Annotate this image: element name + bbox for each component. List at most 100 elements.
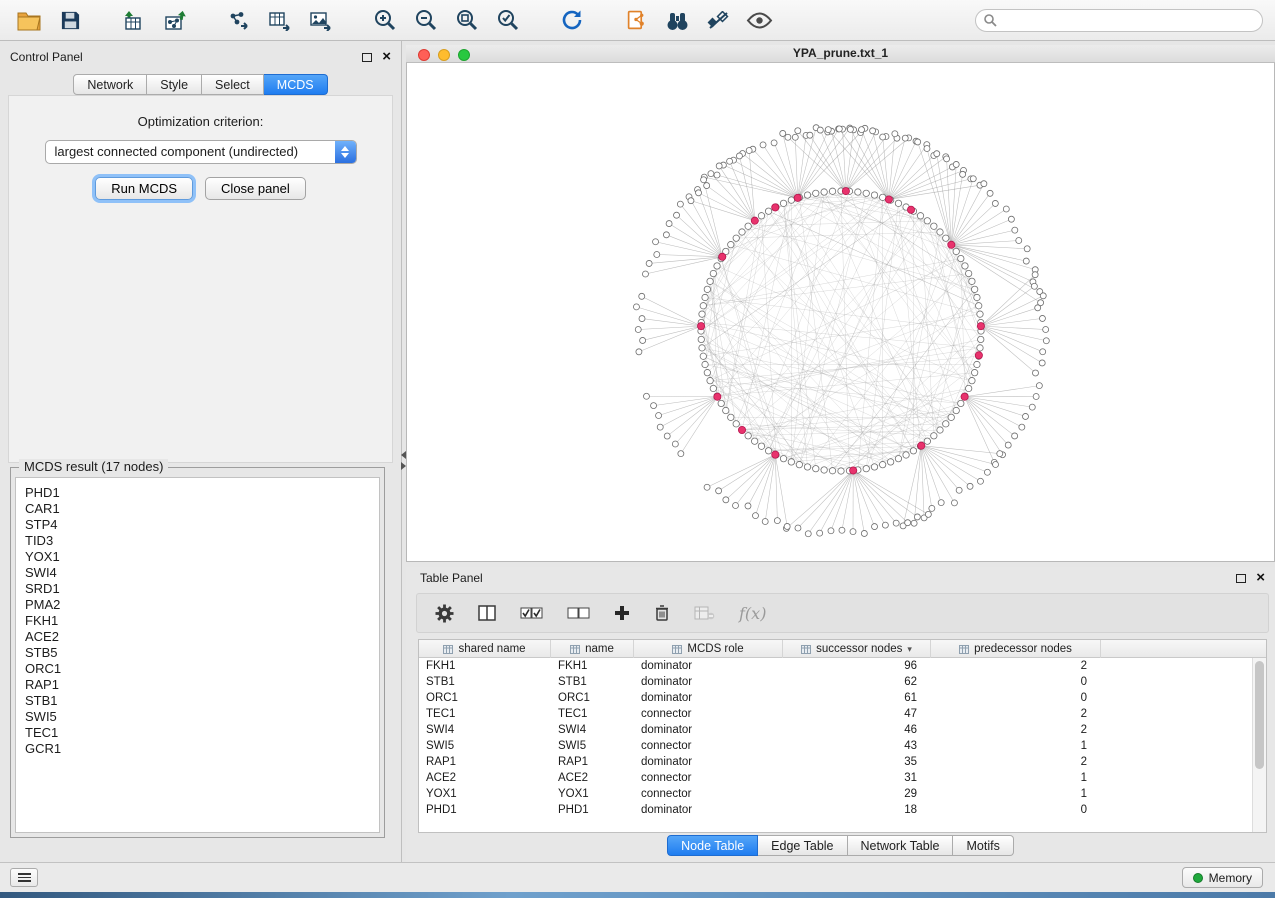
select-all-columns-button[interactable] bbox=[520, 606, 543, 620]
mcds-result-item[interactable]: SWI5 bbox=[25, 709, 370, 725]
import-table-button[interactable] bbox=[117, 4, 151, 36]
export-image-button[interactable] bbox=[304, 4, 338, 36]
show-columns-button[interactable] bbox=[478, 605, 496, 621]
mcds-result-item[interactable]: STB5 bbox=[25, 645, 370, 661]
table-toolbar: f(x) bbox=[416, 593, 1269, 633]
tab-node-table[interactable]: Node Table bbox=[667, 835, 758, 856]
binoculars-icon bbox=[665, 10, 690, 31]
table-row[interactable]: RAP1 RAP1 dominator 35 2 bbox=[419, 754, 1266, 770]
mcds-result-item[interactable]: TEC1 bbox=[25, 725, 370, 741]
mcds-result-item[interactable]: CAR1 bbox=[25, 501, 370, 517]
tab-motifs[interactable]: Motifs bbox=[953, 835, 1013, 856]
search-input[interactable] bbox=[975, 9, 1263, 32]
column-header-mcds-role[interactable]: MCDS role bbox=[634, 640, 783, 658]
table-row[interactable]: PHD1 PHD1 dominator 18 0 bbox=[419, 802, 1266, 818]
mcds-result-item[interactable]: FKH1 bbox=[25, 613, 370, 629]
scrollbar-thumb[interactable] bbox=[1255, 661, 1264, 769]
zoom-fit-icon bbox=[455, 8, 479, 32]
window-zoom-icon[interactable] bbox=[458, 49, 470, 61]
zoom-fit-button[interactable] bbox=[450, 4, 484, 36]
save-session-button[interactable] bbox=[53, 4, 87, 36]
apply-layout-button[interactable] bbox=[555, 4, 589, 36]
table-row[interactable]: YOX1 YOX1 connector 29 1 bbox=[419, 786, 1266, 802]
mcds-result-list[interactable]: PHD1CAR1STP4TID3YOX1SWI4SRD1PMA2FKH1ACE2… bbox=[15, 477, 380, 833]
column-header-predecessor-nodes[interactable]: predecessor nodes bbox=[931, 640, 1101, 658]
menu-icon bbox=[18, 873, 31, 875]
function-builder-button-disabled: f(x) bbox=[739, 604, 766, 623]
create-column-button[interactable] bbox=[614, 605, 630, 621]
close-panel-button[interactable]: Close panel bbox=[205, 177, 306, 200]
table-row[interactable]: TEC1 TEC1 connector 47 2 bbox=[419, 706, 1266, 722]
mcds-result-item[interactable]: ACE2 bbox=[25, 629, 370, 645]
tab-select[interactable]: Select bbox=[202, 74, 264, 95]
panel-menu-button[interactable] bbox=[10, 868, 38, 887]
show-hide-panel-button[interactable] bbox=[742, 4, 776, 36]
mcds-result-item[interactable]: GCR1 bbox=[25, 741, 370, 757]
zoom-out-button[interactable] bbox=[409, 4, 443, 36]
table-row[interactable]: FKH1 FKH1 dominator 96 2 bbox=[419, 658, 1266, 674]
mcds-result-item[interactable]: YOX1 bbox=[25, 549, 370, 565]
column-header-successor-nodes[interactable]: successor nodes▾ bbox=[783, 640, 931, 658]
zoom-selected-button[interactable] bbox=[491, 4, 525, 36]
select-arrows-icon bbox=[335, 141, 356, 163]
mcds-result-item[interactable]: PHD1 bbox=[25, 485, 370, 501]
mcds-result-item[interactable]: SWI4 bbox=[25, 565, 370, 581]
window-close-icon[interactable] bbox=[418, 49, 430, 61]
table-row[interactable]: ORC1 ORC1 dominator 61 0 bbox=[419, 690, 1266, 706]
table-settings-button[interactable] bbox=[435, 604, 454, 623]
zoom-out-icon bbox=[414, 8, 438, 32]
table-row[interactable]: ACE2 ACE2 connector 31 1 bbox=[419, 770, 1266, 786]
open-session-button[interactable] bbox=[12, 4, 46, 36]
close-table-panel-icon[interactable]: × bbox=[1256, 573, 1265, 583]
table-row[interactable]: SWI4 SWI4 dominator 46 2 bbox=[419, 722, 1266, 738]
tab-edge-table[interactable]: Edge Table bbox=[758, 835, 847, 856]
eye-icon bbox=[746, 12, 773, 29]
column-header-name[interactable]: name bbox=[551, 640, 634, 658]
memory-status-icon bbox=[1193, 873, 1203, 883]
mcds-result-item[interactable]: ORC1 bbox=[25, 661, 370, 677]
network-canvas[interactable] bbox=[406, 63, 1275, 562]
close-panel-icon[interactable]: × bbox=[382, 52, 391, 62]
control-panel-titlebar: Control Panel × bbox=[0, 41, 401, 67]
table-panel-titlebar: Table Panel × bbox=[406, 567, 1275, 587]
find-button[interactable] bbox=[660, 4, 694, 36]
table-panel-title: Table Panel bbox=[420, 571, 483, 585]
mcds-result-title: MCDS result (17 nodes) bbox=[19, 459, 168, 474]
tab-network-table[interactable]: Network Table bbox=[848, 835, 954, 856]
mcds-result-item[interactable]: PMA2 bbox=[25, 597, 370, 613]
expand-right-icon[interactable] bbox=[401, 462, 406, 470]
delete-table-button-disabled bbox=[694, 606, 715, 620]
tab-mcds[interactable]: MCDS bbox=[264, 74, 328, 95]
zoom-in-button[interactable] bbox=[368, 4, 402, 36]
tab-network[interactable]: Network bbox=[73, 74, 147, 95]
mcds-result-item[interactable]: TID3 bbox=[25, 533, 370, 549]
column-header-shared-name[interactable]: shared name bbox=[419, 640, 551, 658]
collapse-left-icon[interactable] bbox=[401, 451, 406, 459]
table-row[interactable]: STB1 STB1 dominator 62 0 bbox=[419, 674, 1266, 690]
network-window-titlebar[interactable]: YPA_prune.txt_1 bbox=[406, 45, 1275, 63]
mcds-result-item[interactable]: STP4 bbox=[25, 517, 370, 533]
mcds-result-item[interactable]: STB1 bbox=[25, 693, 370, 709]
control-panel-title: Control Panel bbox=[10, 50, 83, 64]
mcds-result-item[interactable]: SRD1 bbox=[25, 581, 370, 597]
memory-button[interactable]: Memory bbox=[1182, 867, 1263, 888]
table-row[interactable]: SWI5 SWI5 connector 43 1 bbox=[419, 738, 1266, 754]
unselect-all-columns-button[interactable] bbox=[567, 606, 590, 620]
float-table-panel-icon[interactable] bbox=[1236, 574, 1246, 583]
import-table-icon bbox=[122, 10, 146, 31]
new-network-from-table-button[interactable] bbox=[263, 4, 297, 36]
tab-style[interactable]: Style bbox=[147, 74, 202, 95]
window-minimize-icon[interactable] bbox=[438, 49, 450, 61]
float-panel-icon[interactable] bbox=[362, 53, 372, 62]
save-icon bbox=[60, 10, 81, 31]
export-network-button[interactable] bbox=[222, 4, 256, 36]
run-mcds-button[interactable]: Run MCDS bbox=[95, 177, 193, 200]
delete-column-button[interactable] bbox=[654, 604, 670, 622]
optimization-criterion-label: Optimization criterion: bbox=[9, 114, 392, 129]
import-network-button[interactable] bbox=[158, 4, 192, 36]
table-vertical-scrollbar[interactable] bbox=[1252, 658, 1266, 832]
mcds-result-item[interactable]: RAP1 bbox=[25, 677, 370, 693]
criterion-select[interactable]: largest connected component (undirected) bbox=[45, 140, 357, 164]
copy-network-button[interactable] bbox=[619, 4, 653, 36]
toggle-graphics-details-button[interactable] bbox=[701, 4, 735, 36]
